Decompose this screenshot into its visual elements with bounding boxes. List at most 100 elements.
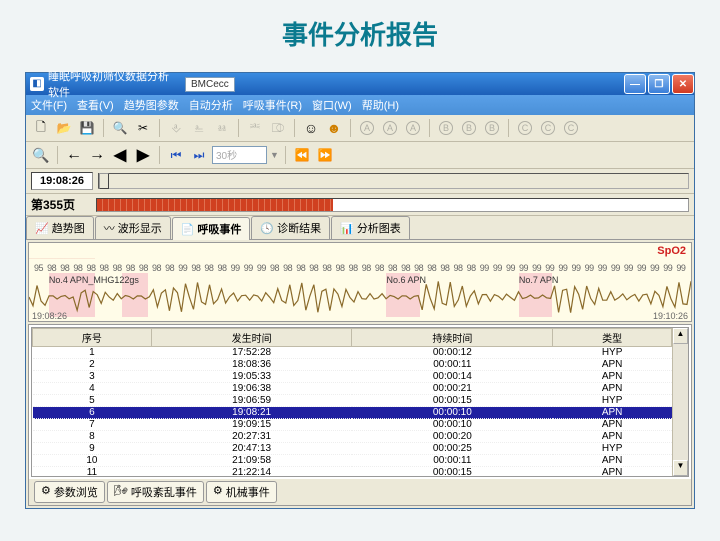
wave-icon: 〰 [104, 220, 115, 236]
col-duration[interactable]: 持续时间 [352, 329, 553, 347]
cell-type: APN [553, 359, 672, 371]
table-row[interactable]: 519:06:5900:00:15HYP [33, 395, 672, 407]
tab-charts-label: 分析图表 [357, 220, 401, 236]
page-row: 第355页 [26, 194, 694, 216]
event-table-panel: 序号 发生时间 持续时间 类型 117:52:2800:00:12HYP218:… [28, 324, 692, 506]
menu-help[interactable]: 帮助(H) [362, 97, 399, 113]
smiley-orange-icon[interactable]: ☻ [324, 118, 344, 138]
tab-wave[interactable]: 〰波形显示 [95, 216, 171, 239]
doc-icon: 📄 [181, 223, 195, 236]
table-row[interactable]: 1021:09:5800:00:11APN [33, 455, 672, 467]
duration-select[interactable]: 30秒 [212, 146, 267, 164]
cell-duration: 00:00:15 [352, 395, 553, 407]
event-table: 序号 发生时间 持续时间 类型 117:52:2800:00:12HYP218:… [32, 328, 672, 476]
spo2-row: 9598989898989898989898999898989999999898… [34, 263, 686, 273]
table-row[interactable]: 218:08:3600:00:11APN [33, 359, 672, 371]
fast-back-icon[interactable]: ◀ [110, 145, 130, 165]
tab-trend[interactable]: 📈趋势图 [26, 216, 94, 239]
btab-resp-label: 呼吸紊乱事件 [131, 484, 197, 500]
btab-resp[interactable]: 🌬呼吸紊乱事件 [107, 481, 204, 503]
slider-thumb[interactable] [99, 173, 109, 189]
cell-duration: 00:00:20 [352, 431, 553, 443]
tab-diagnosis[interactable]: 🕓诊断结果 [251, 216, 330, 239]
btab-mech[interactable]: ⚙机械事件 [206, 481, 277, 503]
last-icon[interactable]: ⏭ [189, 145, 209, 165]
table-row[interactable]: 619:08:2100:00:10APN [33, 407, 672, 419]
circle-a-icon: A [357, 118, 377, 138]
cell-seq: 3 [33, 371, 152, 383]
cell-type: APN [553, 431, 672, 443]
chart-time-start: 19:08:26 [32, 311, 67, 321]
table-row[interactable]: 820:27:3100:00:20APN [33, 431, 672, 443]
smiley-yellow-icon[interactable]: ☺ [301, 118, 321, 138]
circle-c-icon-3: C [561, 118, 581, 138]
new-icon[interactable]: 🗋 [31, 118, 51, 138]
cell-occur: 19:08:21 [151, 407, 352, 419]
progress-fill [97, 199, 333, 211]
table-row[interactable]: 1121:22:1400:00:15APN [33, 467, 672, 477]
open-icon[interactable]: 📂 [54, 118, 74, 138]
spo2-line [29, 258, 95, 259]
minimize-button[interactable]: — [624, 74, 646, 94]
tab-resp-event[interactable]: 📄呼吸事件 [172, 217, 251, 240]
table-row[interactable]: 117:52:2800:00:12HYP [33, 347, 672, 359]
table-row[interactable]: 920:47:1300:00:25HYP [33, 443, 672, 455]
close-button[interactable]: ✕ [672, 74, 694, 94]
cell-type: APN [553, 371, 672, 383]
maximize-button[interactable]: ❐ [648, 74, 670, 94]
cell-occur: 20:27:31 [151, 431, 352, 443]
preview-icon[interactable]: 🔍 [110, 118, 130, 138]
chart-icon: 📈 [35, 222, 49, 235]
menu-auto-analysis[interactable]: 自动分析 [189, 97, 233, 113]
chart-time-end: 19:10:26 [653, 311, 688, 321]
nav-toolbar: 🔍 ← → ◀ ▶ ⏮ ⏭ 30秒 ▼ ⏪ ⏩ [26, 142, 694, 169]
col-occur[interactable]: 发生时间 [151, 329, 352, 347]
menu-file[interactable]: 文件(F) [31, 97, 67, 113]
clock-icon: 🕓 [260, 222, 274, 235]
scroll-track[interactable] [673, 344, 688, 460]
fast-forward-icon[interactable]: ▶ [133, 145, 153, 165]
page-heading: 事件分析报告 [0, 0, 720, 72]
circle-b-icon-3: B [482, 118, 502, 138]
table-row[interactable]: 319:05:3300:00:14APN [33, 371, 672, 383]
cell-duration: 00:00:10 [352, 419, 553, 431]
btab-params-label: 参数浏览 [54, 484, 98, 500]
first-icon[interactable]: ⏮ [166, 145, 186, 165]
cell-duration: 00:00:25 [352, 443, 553, 455]
window-controls: — ❐ ✕ [622, 74, 694, 94]
step-fwd-icon: ⏩ [315, 145, 335, 165]
menu-window[interactable]: 窗口(W) [312, 97, 352, 113]
table-row[interactable]: 719:09:1500:00:10APN [33, 419, 672, 431]
forward-icon[interactable]: → [87, 145, 107, 165]
cut-icon[interactable]: ✂ [133, 118, 153, 138]
menu-bar: 文件(F) 查看(V) 趋势图参数 自动分析 呼吸事件(R) 窗口(W) 帮助(… [26, 95, 694, 115]
cell-seq: 4 [33, 383, 152, 395]
btab-params[interactable]: ⚙参数浏览 [34, 481, 105, 503]
cell-duration: 00:00:15 [352, 467, 553, 477]
back-icon[interactable]: ← [64, 145, 84, 165]
tool-icon-2: ⎁ [189, 118, 209, 138]
cell-type: APN [553, 407, 672, 419]
scroll-down-icon[interactable]: ▼ [673, 460, 688, 476]
time-slider[interactable] [98, 173, 689, 189]
table-scrollbar[interactable]: ▲ ▼ [672, 328, 688, 476]
col-type[interactable]: 类型 [553, 329, 672, 347]
cog-icon: ⚙ [213, 484, 223, 500]
menu-view[interactable]: 查看(V) [77, 97, 114, 113]
circle-a-icon-2: A [380, 118, 400, 138]
col-seq[interactable]: 序号 [33, 329, 152, 347]
cell-seq: 7 [33, 419, 152, 431]
progress-bar[interactable] [96, 198, 689, 212]
tab-wave-label: 波形显示 [118, 220, 162, 236]
table-row[interactable]: 419:06:3800:00:21APN [33, 383, 672, 395]
cell-type: HYP [553, 395, 672, 407]
time-row: 19:08:26 [26, 169, 694, 194]
tab-charts[interactable]: 📊分析图表 [331, 216, 410, 239]
cell-type: APN [553, 419, 672, 431]
zoom-icon[interactable]: 🔍 [31, 145, 51, 165]
menu-resp-event[interactable]: 呼吸事件(R) [243, 97, 302, 113]
scroll-up-icon[interactable]: ▲ [673, 328, 688, 344]
menu-trend-params[interactable]: 趋势图参数 [124, 97, 179, 113]
spo2-label: SpO2 [657, 245, 686, 257]
save-icon[interactable]: 💾 [77, 118, 97, 138]
